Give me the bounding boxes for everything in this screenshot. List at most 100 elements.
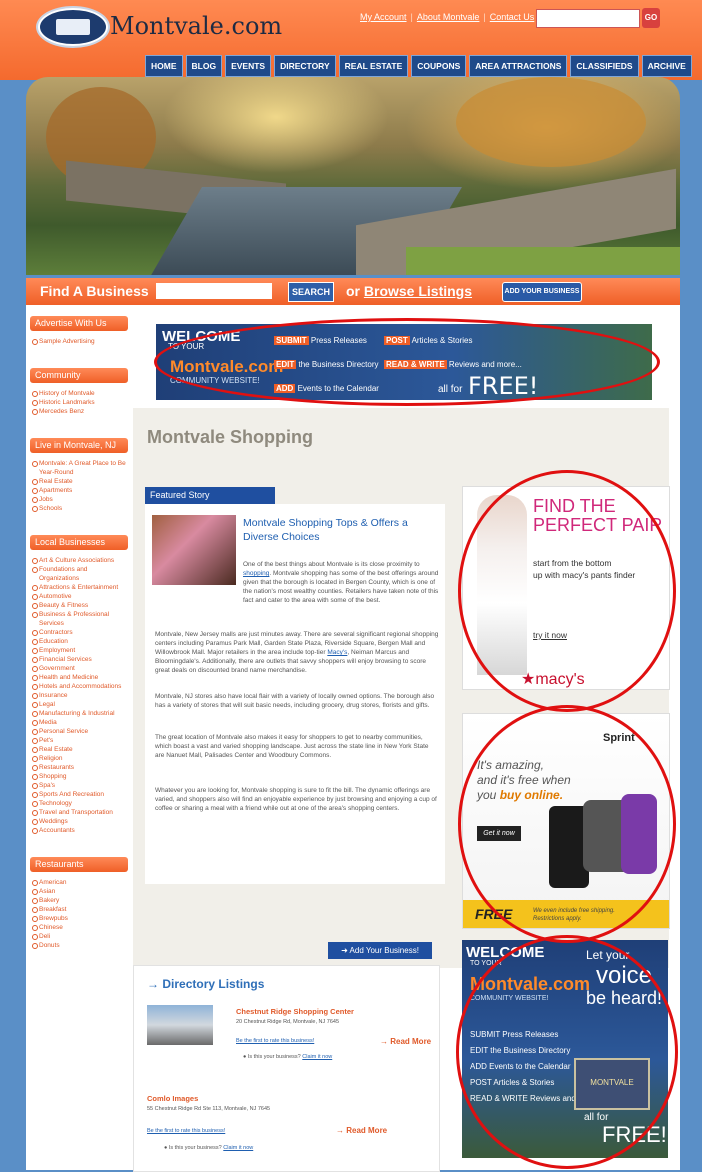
sidebar-link[interactable]: Foundations and Organizations bbox=[30, 565, 128, 583]
voice-line: SUBMIT Press Releases bbox=[470, 1030, 559, 1039]
sidebar-link[interactable]: Donuts bbox=[30, 941, 128, 950]
sidebar-link[interactable]: Manufacturing & Industrial bbox=[30, 709, 128, 718]
macys-headline: FIND THE PERFECT PAIR bbox=[533, 496, 663, 535]
macys-ad[interactable]: FIND THE PERFECT PAIR start from the bott… bbox=[462, 486, 670, 690]
sidebar-link[interactable]: Insurance bbox=[30, 691, 128, 700]
sprint-ad[interactable]: Sprint It's amazing, and it's free when yo… bbox=[462, 713, 670, 929]
read-more-link[interactable]: → Read More bbox=[380, 1037, 431, 1046]
nav-coupons[interactable]: COUPONS bbox=[411, 55, 467, 77]
sprint-get-it-now-button[interactable]: Get it now bbox=[477, 826, 521, 841]
claim-it-now-link[interactable]: Claim it now bbox=[223, 1145, 253, 1151]
site-header: Montvale.com My Account | About Montvale | C… bbox=[0, 0, 702, 80]
browse-listings-link[interactable]: Browse Listings bbox=[364, 283, 472, 299]
macys-link[interactable]: Macy's bbox=[327, 649, 347, 656]
sidebar-link[interactable]: Weddings bbox=[30, 817, 128, 826]
macys-cta-link[interactable]: try it now bbox=[533, 630, 567, 640]
add-your-business-button[interactable]: ADD YOUR BUSINESS bbox=[502, 282, 582, 302]
shopping-link[interactable]: shopping bbox=[243, 570, 269, 577]
top-search-input[interactable] bbox=[536, 9, 640, 28]
sidebar-link[interactable]: Montvale: A Great Place to Be Year-Round bbox=[30, 459, 128, 477]
sidebar-link[interactable]: Apartments bbox=[30, 486, 128, 495]
sidebar-link[interactable]: Health and Medicine bbox=[30, 673, 128, 682]
my-account-link[interactable]: My Account bbox=[360, 12, 407, 22]
sidebar-link[interactable]: Chinese bbox=[30, 923, 128, 932]
sidebar-link[interactable]: Mercedes Benz bbox=[30, 407, 128, 416]
welcome-banner[interactable]: WELCOME TO YOUR Montvale.com COMMUNITY W… bbox=[156, 324, 652, 400]
sidebar-link[interactable]: Art & Culture Associations bbox=[30, 556, 128, 565]
search-button[interactable]: SEARCH bbox=[288, 282, 334, 302]
sidebar-link[interactable]: Shopping bbox=[30, 772, 128, 781]
read-more-link[interactable]: → Read More bbox=[336, 1126, 387, 1135]
sidebar-link[interactable]: American bbox=[30, 878, 128, 887]
sidebar-link[interactable]: Pet's bbox=[30, 736, 128, 745]
article-thumbnail[interactable] bbox=[152, 515, 236, 585]
sidebar-link[interactable]: Deli bbox=[30, 932, 128, 941]
nav-home[interactable]: HOME bbox=[145, 55, 183, 77]
sidebar-heading: Restaurants bbox=[30, 857, 128, 872]
sidebar-link[interactable]: Business & Professional Services bbox=[30, 610, 128, 628]
listing-name[interactable]: Chestnut Ridge Shopping Center bbox=[236, 1007, 354, 1016]
sidebar-link[interactable]: Automotive bbox=[30, 592, 128, 601]
sidebar-link[interactable]: Employment bbox=[30, 646, 128, 655]
business-search-input[interactable] bbox=[156, 283, 272, 299]
sidebar-link[interactable]: Brewpubs bbox=[30, 914, 128, 923]
nav-real-estate[interactable]: REAL ESTATE bbox=[338, 55, 409, 77]
sidebar-link[interactable]: Sample Advertising bbox=[30, 337, 128, 346]
left-sidebar: Advertise With Us Sample Advertising Commu… bbox=[30, 316, 128, 972]
sidebar-link[interactable]: Real Estate bbox=[30, 477, 128, 486]
sidebar-link[interactable]: Restaurants bbox=[30, 763, 128, 772]
sidebar-link[interactable]: Sports And Recreation bbox=[30, 790, 128, 799]
listing-thumbnail[interactable] bbox=[147, 1005, 213, 1045]
nav-archive[interactable]: ARCHIVE bbox=[641, 55, 692, 77]
sidebar-link[interactable]: Beauty & Fitness bbox=[30, 601, 128, 610]
sidebar-link[interactable]: Real Estate bbox=[30, 745, 128, 754]
site-name[interactable]: Montvale.com bbox=[110, 12, 282, 40]
article-paragraph-1a: One of the best things about Montvale is… bbox=[243, 561, 439, 604]
sidebar-link[interactable]: Jobs bbox=[30, 495, 128, 504]
nav-blog[interactable]: BLOG bbox=[185, 55, 223, 77]
article-title[interactable]: Montvale Shopping Tops & Offers a Divers… bbox=[243, 516, 443, 544]
rate-business-link[interactable]: Be the first to rate this business! bbox=[147, 1128, 225, 1134]
claim-it-now-link[interactable]: Claim it now bbox=[302, 1054, 332, 1060]
voice-to-your: TO YOUR bbox=[470, 960, 502, 967]
contact-us-link[interactable]: Contact Us bbox=[490, 12, 535, 22]
about-montvale-link[interactable]: About Montvale bbox=[417, 12, 480, 22]
voice-community: COMMUNITY WEBSITE! bbox=[470, 995, 549, 1002]
sidebar-link[interactable]: Technology bbox=[30, 799, 128, 808]
top-search-go-button[interactable]: GO bbox=[642, 8, 660, 28]
nav-area-attractions[interactable]: AREA ATTRACTIONS bbox=[469, 55, 568, 77]
sidebar-link[interactable]: Financial Services bbox=[30, 655, 128, 664]
sidebar-link[interactable]: Contractors bbox=[30, 628, 128, 637]
sidebar-link[interactable]: Asian bbox=[30, 887, 128, 896]
sidebar-link[interactable]: Attractions & Entertainment bbox=[30, 583, 128, 592]
nav-directory[interactable]: DIRECTORY bbox=[274, 55, 336, 77]
sidebar-link[interactable]: Historic Landmarks bbox=[30, 398, 128, 407]
rate-business-link[interactable]: Be the first to rate this business! bbox=[236, 1038, 314, 1044]
site-logo-icon[interactable] bbox=[38, 8, 108, 46]
voice-line: ADD Events to the Calendar bbox=[470, 1062, 571, 1071]
sidebar-link[interactable]: Religion bbox=[30, 754, 128, 763]
sidebar-link[interactable]: Legal bbox=[30, 700, 128, 709]
page: Montvale.com My Account | About Montvale | C… bbox=[0, 0, 702, 1172]
sidebar-link[interactable]: Personal Service bbox=[30, 727, 128, 736]
nav-classifieds[interactable]: CLASSIFIEDS bbox=[570, 55, 639, 77]
sidebar-link[interactable]: Education bbox=[30, 637, 128, 646]
sidebar-link[interactable]: Accountants bbox=[30, 826, 128, 835]
sidebar-link[interactable]: Spa's bbox=[30, 781, 128, 790]
sidebar-link[interactable]: Hotels and Accommodations bbox=[30, 682, 128, 691]
sidebar-link[interactable]: Travel and Transportation bbox=[30, 808, 128, 817]
listing-name[interactable]: Comlo Images bbox=[147, 1094, 198, 1103]
directory-listings bbox=[133, 965, 440, 1172]
sidebar-link[interactable]: History of Montvale bbox=[30, 389, 128, 398]
sidebar-link[interactable]: Government bbox=[30, 664, 128, 673]
add-your-business-button-2[interactable]: ➜ Add Your Business! bbox=[328, 942, 432, 959]
sidebar-link[interactable]: Bakery bbox=[30, 896, 128, 905]
sidebar-link[interactable]: Schools bbox=[30, 504, 128, 513]
nav-events[interactable]: EVENTS bbox=[225, 55, 272, 77]
directory-heading: → Directory Listings bbox=[147, 977, 265, 991]
sidebar-heading: Local Businesses bbox=[30, 535, 128, 550]
sidebar-link[interactable]: Media bbox=[30, 718, 128, 727]
listing-address: 20 Chestnut Ridge Rd, Montvale, NJ 7645 bbox=[236, 1019, 340, 1025]
community-voice-ad[interactable]: WELCOME TO YOUR Montvale.com COMMUNITY W… bbox=[462, 940, 668, 1158]
sidebar-link[interactable]: Breakfast bbox=[30, 905, 128, 914]
